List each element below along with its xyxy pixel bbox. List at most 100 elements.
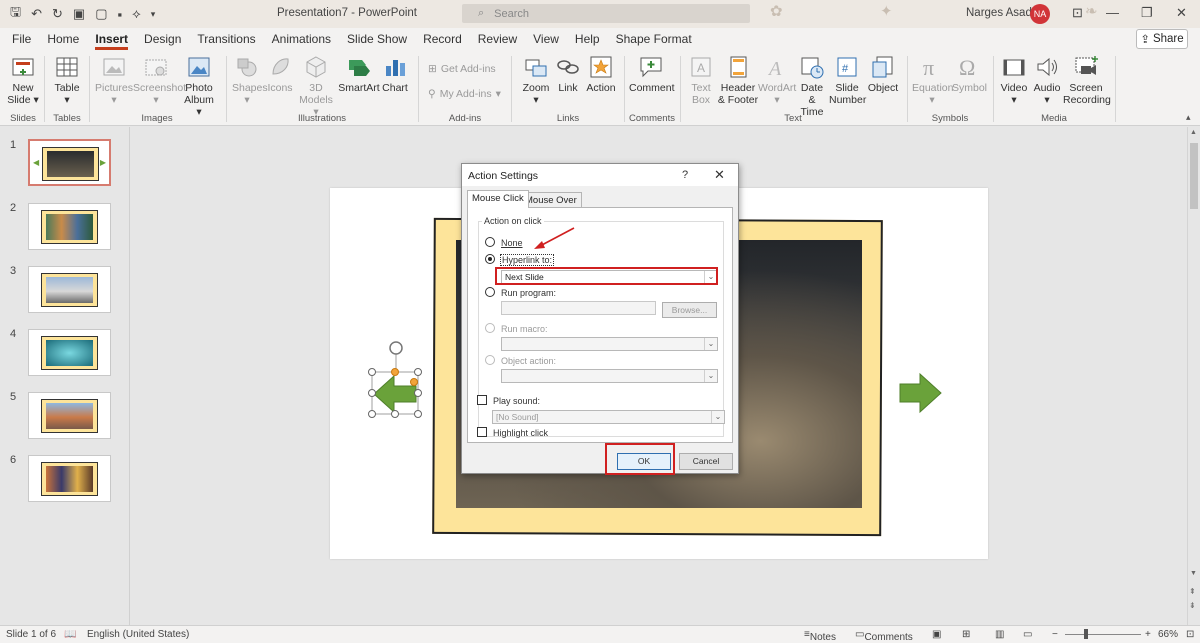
- date-time-button[interactable]: Date & Time: [796, 54, 828, 118]
- photo-album-button[interactable]: Photo Album ▾: [181, 54, 217, 118]
- dialog-close-icon[interactable]: ✕: [714, 167, 725, 183]
- scroll-down-icon[interactable]: ▼: [1190, 570, 1197, 577]
- link-button[interactable]: Link: [555, 54, 581, 94]
- minimize-icon[interactable]: —: [1106, 5, 1119, 20]
- run-macro-select[interactable]: ⌄: [501, 337, 718, 351]
- tab-animations[interactable]: Animations: [264, 28, 339, 50]
- next-slide-icon[interactable]: ⇟: [1189, 601, 1196, 610]
- symbol-button[interactable]: Ω Symbol: [952, 54, 987, 94]
- new-slide-button[interactable]: New Slide ▾: [6, 54, 40, 106]
- tab-mouse-click[interactable]: Mouse Click: [467, 190, 529, 208]
- zoom-level[interactable]: 66%: [1158, 629, 1178, 640]
- play-sound-label[interactable]: Play sound:: [493, 396, 540, 406]
- browse-button[interactable]: Browse...: [662, 302, 717, 318]
- sound-select[interactable]: [No Sound] ⌄: [492, 410, 725, 424]
- tab-help[interactable]: Help: [567, 28, 608, 50]
- comments-button[interactable]: ▭ Comments: [855, 629, 913, 643]
- hyperlink-label[interactable]: Hyperlink to:: [500, 254, 555, 266]
- fit-slide-icon[interactable]: ⊡: [1186, 629, 1194, 640]
- wordart-button[interactable]: A WordArt ▾: [758, 54, 796, 106]
- slideshow-icon[interactable]: ▭: [1023, 629, 1032, 640]
- screenshot-button[interactable]: Screenshot ▾: [133, 54, 186, 106]
- run-macro-radio[interactable]: [485, 323, 495, 333]
- tab-transitions[interactable]: Transitions: [189, 28, 263, 50]
- object-action-select[interactable]: ⌄: [501, 369, 718, 383]
- text-box-button[interactable]: A Text Box: [686, 54, 716, 106]
- present-icon[interactable]: ▣: [73, 6, 85, 22]
- notes-button[interactable]: ≡ Notes: [804, 629, 836, 643]
- zoom-slider-thumb[interactable]: [1084, 629, 1088, 639]
- table-button[interactable]: Table ▾: [50, 54, 84, 106]
- user-name[interactable]: Narges Asadi: [966, 7, 1034, 19]
- audio-button[interactable]: Audio ▾: [1031, 54, 1063, 106]
- tab-mouse-over[interactable]: Mouse Over: [520, 192, 582, 208]
- slide-thumbnail-4[interactable]: [28, 329, 111, 376]
- equation-button[interactable]: π Equation ▾: [912, 54, 953, 106]
- collapse-ribbon-icon[interactable]: ▴: [1186, 112, 1191, 123]
- video-button[interactable]: Video ▾: [998, 54, 1030, 106]
- slide-number-button[interactable]: # Slide Number: [829, 54, 866, 106]
- tab-review[interactable]: Review: [470, 28, 525, 50]
- action-button[interactable]: Action: [585, 54, 617, 94]
- spellcheck-icon[interactable]: 📖: [64, 629, 76, 640]
- cancel-button[interactable]: Cancel: [679, 453, 733, 470]
- language-indicator[interactable]: English (United States): [87, 629, 189, 640]
- vertical-scrollbar[interactable]: ▲ ▼ ⇞ ⇟: [1187, 127, 1200, 625]
- restore-icon[interactable]: ❐: [1141, 5, 1153, 21]
- tab-insert[interactable]: Insert: [87, 28, 136, 50]
- reading-view-icon[interactable]: ▥: [995, 629, 1004, 640]
- zoom-slider[interactable]: [1065, 634, 1141, 635]
- right-arrow-shape[interactable]: [898, 372, 944, 414]
- left-arrow-shape[interactable]: [366, 336, 426, 420]
- slide-thumbnail-2[interactable]: [28, 203, 111, 250]
- hyperlink-radio[interactable]: [485, 254, 495, 264]
- smartart-button[interactable]: SmartArt: [338, 54, 380, 94]
- slide-thumbnail-3[interactable]: [28, 266, 111, 313]
- avatar[interactable]: NA: [1030, 4, 1050, 24]
- tab-home[interactable]: Home: [39, 28, 87, 50]
- object-action-radio[interactable]: [485, 355, 495, 365]
- undo-icon[interactable]: ↶: [31, 6, 42, 22]
- my-addins-button[interactable]: ⚲ My Add-ins ▾: [428, 88, 501, 100]
- previous-slide-icon[interactable]: ⇞: [1189, 587, 1196, 596]
- tab-view[interactable]: View: [525, 28, 567, 50]
- share-button[interactable]: ⇪ Share: [1136, 29, 1188, 49]
- 3d-models-button[interactable]: 3D Models ▾: [297, 54, 335, 118]
- comment-button[interactable]: Comment: [629, 54, 675, 94]
- object-button[interactable]: Object: [866, 54, 900, 94]
- run-program-label[interactable]: Run program:: [501, 288, 556, 298]
- save-icon[interactable]: 🖫: [10, 3, 21, 25]
- scrollbar-thumb[interactable]: [1190, 143, 1198, 209]
- search-input[interactable]: ⌕ Search: [462, 4, 750, 23]
- format-painter-icon[interactable]: ⟡: [132, 6, 141, 22]
- run-program-radio[interactable]: [485, 287, 495, 297]
- none-label[interactable]: None: [501, 238, 523, 248]
- slide-thumbnail-6[interactable]: [28, 455, 111, 502]
- slide-sorter-icon[interactable]: ⊞: [962, 629, 970, 640]
- get-addins-button[interactable]: ⊞ Get Add-ins: [428, 63, 496, 75]
- slide-thumbnail-1[interactable]: ◀ ▶: [28, 139, 111, 186]
- header-footer-button[interactable]: Header & Footer: [717, 54, 759, 106]
- zoom-out-icon[interactable]: −: [1052, 629, 1058, 640]
- none-radio[interactable]: [485, 237, 495, 247]
- pictures-button[interactable]: Pictures ▾: [95, 54, 133, 106]
- play-sound-checkbox[interactable]: [477, 395, 487, 405]
- tab-record[interactable]: Record: [415, 28, 470, 50]
- help-icon[interactable]: ?: [682, 169, 688, 181]
- shapes-button[interactable]: Shapes ▾: [232, 54, 268, 106]
- customize-qat-icon[interactable]: ▾: [151, 9, 156, 20]
- scroll-up-icon[interactable]: ▲: [1190, 129, 1197, 136]
- screen-recording-button[interactable]: Screen Recording: [1063, 54, 1111, 106]
- ribbon-display-icon[interactable]: ⊡: [1072, 5, 1083, 21]
- slide-thumbnail-5[interactable]: [28, 392, 111, 439]
- zoom-button[interactable]: Zoom ▾: [519, 54, 553, 106]
- tab-file[interactable]: File: [4, 28, 39, 50]
- icons-button[interactable]: Icons: [265, 54, 295, 94]
- slide-size-icon[interactable]: ▪: [117, 7, 122, 22]
- highlight-click-checkbox[interactable]: [477, 427, 487, 437]
- tab-shape-format[interactable]: Shape Format: [608, 28, 700, 50]
- chart-button[interactable]: Chart: [381, 54, 409, 94]
- tab-design[interactable]: Design: [136, 28, 189, 50]
- file-icon[interactable]: ▢: [95, 6, 107, 22]
- run-program-field[interactable]: [501, 301, 656, 315]
